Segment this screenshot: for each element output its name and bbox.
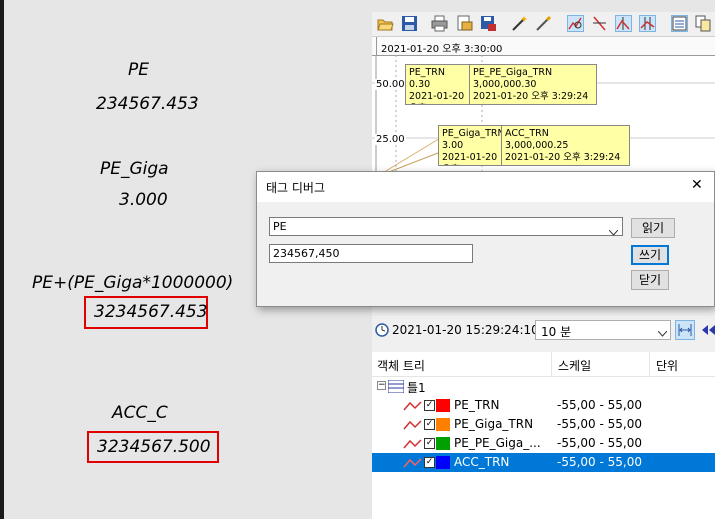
close-icon[interactable]: ✕: [691, 177, 703, 193]
tooltip-tag: PE_PE_Giga_TRN: [473, 67, 553, 78]
tree-group-row[interactable]: − 틀1: [372, 377, 715, 396]
tooltip-tag: ACC_TRN: [505, 128, 549, 139]
tooltip-value: 3,000,000.25: [505, 140, 569, 151]
write-button[interactable]: 쓰기: [631, 245, 669, 265]
cursor-cross-icon[interactable]: [615, 15, 632, 32]
close-button[interactable]: 닫기: [631, 270, 669, 290]
tag-label-acc-c: ACC_C: [112, 403, 168, 423]
save-icon[interactable]: [401, 15, 418, 32]
tag-debug-dialog: 태그 디버그 ✕ PE 234567,450 읽기 쓰기 닫기: [256, 171, 715, 307]
tree-header: 객체 트리 스케일 단위: [372, 352, 715, 377]
tag-label-pe-giga: PE_Giga: [100, 159, 169, 179]
pen-icon[interactable]: [535, 15, 552, 32]
tooltip-pe-pe-giga-trn: PE_PE_Giga_TRN 3,000,000.30 2021-01-20 오…: [469, 64, 597, 105]
tree-item-name: PE_Giga_TRN: [454, 417, 534, 431]
visibility-checkbox[interactable]: ✓: [424, 400, 435, 411]
tooltip-time: 2021-01-20 오후 3:29:24: [473, 91, 589, 102]
chevron-down-icon: [608, 224, 619, 241]
trend-line-icon: [403, 400, 422, 414]
series-color-swatch[interactable]: [436, 399, 450, 412]
column-unit[interactable]: 단위: [656, 357, 678, 374]
open-folder-icon[interactable]: [377, 15, 394, 32]
magic-wand-icon[interactable]: [511, 15, 528, 32]
tag-label-pe-formula: PE+(PE_Giga*1000000): [32, 273, 234, 293]
dialog-title: 태그 디버그: [266, 181, 326, 195]
tag-value-pe-giga: 3.000: [119, 190, 168, 210]
tree-item-name: ACC_TRN: [454, 455, 510, 469]
tooltip-time: 2021-01-20 오후: [442, 152, 498, 165]
tooltip-pe-giga-trn: PE_Giga_TRN 3.00 2021-01-20 오후: [438, 125, 508, 166]
interval-value: 10 분: [541, 325, 572, 339]
zoom-in-chart-icon[interactable]: [567, 15, 584, 32]
y-axis-label-25: 25.00: [375, 134, 406, 145]
tooltip-value: 0.30: [409, 79, 431, 90]
trend-toolbar: [372, 12, 715, 37]
tree-item-name: PE_TRN: [454, 398, 500, 412]
marker-icon[interactable]: [639, 15, 656, 32]
tree-item-scale: -55,00 - 55,00: [557, 455, 642, 469]
tree-item-name: PE_PE_Giga_...: [454, 436, 541, 450]
trend-chart[interactable]: 2021-01-20 오후 3:30:00 50.00 25.00 PE_TRN…: [372, 37, 715, 177]
save-as-icon[interactable]: [480, 15, 497, 32]
cursor-line-icon[interactable]: [591, 15, 608, 32]
group-name: 틀1: [407, 381, 426, 395]
window-edge: [0, 0, 4, 519]
tooltip-time: 2021-01-20 오후 3:29:24: [505, 152, 621, 163]
tag-value-acc-c: 3234567.500: [87, 431, 219, 463]
series-color-swatch[interactable]: [436, 437, 450, 450]
rewind-icon[interactable]: [702, 324, 715, 338]
interval-select[interactable]: 10 분: [535, 320, 671, 340]
tree-item-row[interactable]: ✓ PE_Giga_TRN -55,00 - 55,00: [372, 415, 715, 434]
tree-item-scale: -55,00 - 55,00: [557, 398, 642, 412]
clock-icon: [375, 323, 389, 340]
visibility-checkbox[interactable]: ✓: [424, 438, 435, 449]
visibility-checkbox[interactable]: ✓: [424, 457, 435, 468]
value-input-text: 234567,450: [273, 247, 340, 260]
tag-select-value: PE: [273, 220, 287, 233]
time-navigation-bar: 2021-01-20 15:29:24:101 10 분: [372, 318, 715, 342]
trend-line-icon: [403, 438, 422, 452]
tooltip-value: 3,000,000.30: [473, 79, 537, 90]
tag-select[interactable]: PE: [269, 217, 623, 236]
print-icon[interactable]: [431, 15, 448, 32]
tooltip-tag: PE_TRN: [409, 67, 445, 78]
series-color-swatch[interactable]: [436, 418, 450, 431]
trend-line-icon: [403, 457, 422, 471]
series-color-swatch[interactable]: [436, 456, 450, 469]
column-scale[interactable]: 스케일: [558, 357, 591, 374]
tree-item-scale: -55,00 - 55,00: [557, 436, 642, 450]
print-preview-icon[interactable]: [456, 15, 473, 32]
fit-range-button[interactable]: [675, 320, 695, 340]
tree-item-row-selected[interactable]: ✓ ACC_TRN -55,00 - 55,00: [372, 453, 715, 472]
tree-item-row[interactable]: ✓ PE_PE_Giga_... -55,00 - 55,00: [372, 434, 715, 453]
dialog-titlebar: 태그 디버그 ✕: [257, 172, 714, 202]
value-input[interactable]: 234567,450: [269, 244, 473, 263]
collapse-toggle[interactable]: −: [377, 381, 386, 390]
tag-label-pe: PE: [128, 60, 149, 80]
tree-item-scale: -55,00 - 55,00: [557, 417, 642, 431]
y-axis-label-50: 50.00: [375, 79, 406, 90]
visibility-checkbox[interactable]: ✓: [424, 419, 435, 430]
trend-line-icon: [403, 419, 422, 433]
tag-value-pe: 234567.453: [96, 94, 199, 114]
column-object-tree[interactable]: 객체 트리: [377, 357, 425, 374]
object-tree: 객체 트리 스케일 단위 − 틀1 ✓ PE_TRN -55,00 - 55,0…: [372, 352, 715, 519]
group-icon: [387, 379, 405, 396]
tooltip-value: 3.00: [442, 140, 464, 151]
tooltip-tag: PE_Giga_TRN: [442, 128, 505, 139]
read-button[interactable]: 읽기: [631, 218, 675, 238]
tooltip-acc-trn: ACC_TRN 3,000,000.25 2021-01-20 오후 3:29:…: [501, 125, 630, 166]
tooltip-time: 2021-01-20 오후: [409, 91, 465, 104]
copy-icon[interactable]: [695, 15, 712, 32]
fit-range-icon: [678, 324, 692, 339]
chevron-down-icon: [657, 326, 668, 340]
properties-icon[interactable]: [671, 15, 688, 32]
tooltip-pe-trn: PE_TRN 0.30 2021-01-20 오후: [405, 64, 477, 105]
tag-value-pe-formula: 3234567.453: [84, 296, 208, 329]
tree-item-row[interactable]: ✓ PE_TRN -55,00 - 55,00: [372, 396, 715, 415]
nav-datetime[interactable]: 2021-01-20 15:29:24:101: [392, 323, 546, 337]
